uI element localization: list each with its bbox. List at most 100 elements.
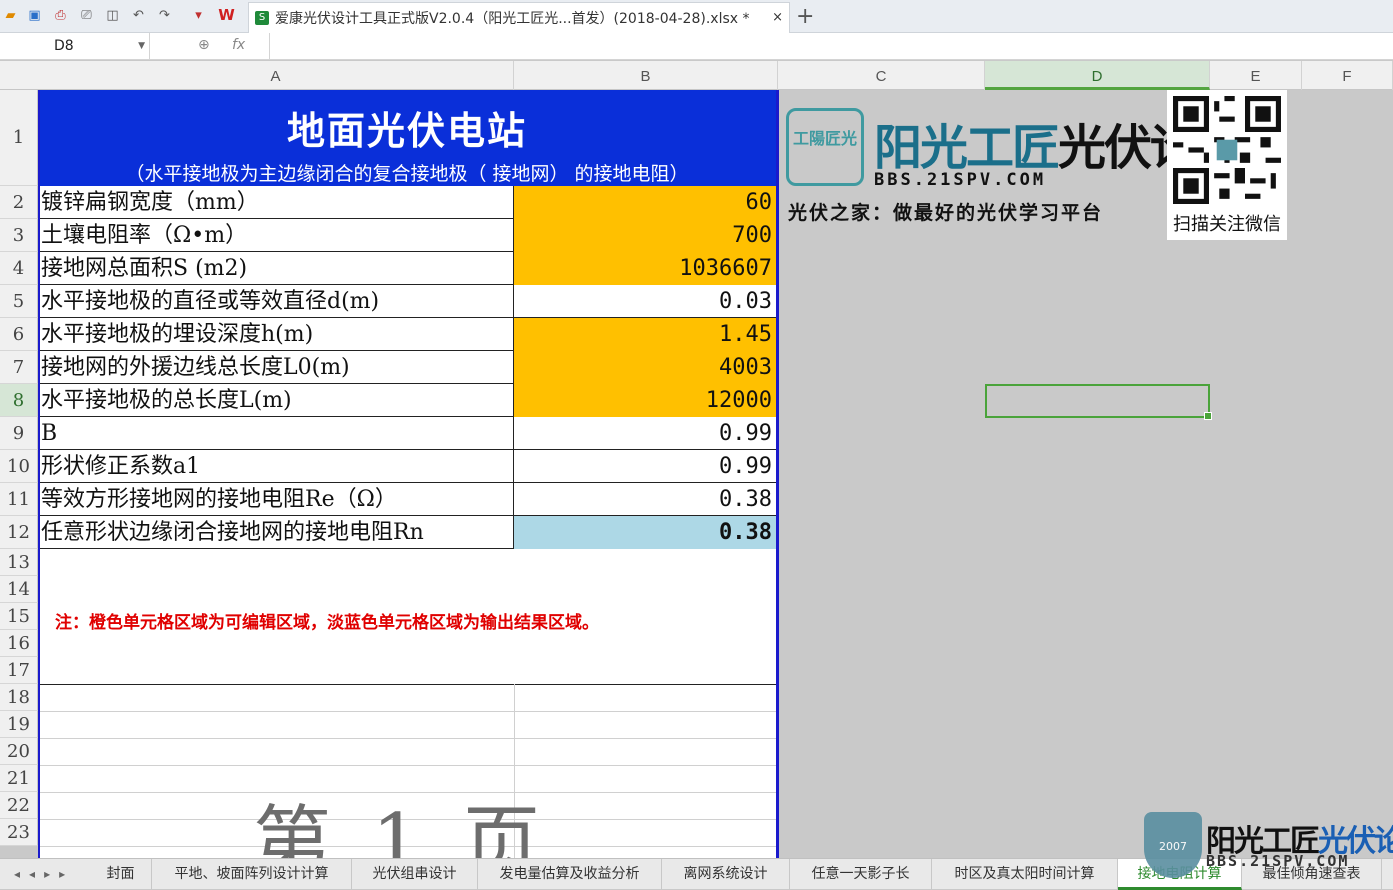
param-label[interactable]: 任意形状边缘闭合接地网的接地电阻Rn (38, 516, 514, 549)
zoom-icon[interactable]: ⊕ (198, 37, 210, 53)
column-header-f[interactable]: F (1302, 61, 1393, 90)
open-folder-icon[interactable]: ▰ (2, 7, 19, 24)
row-header[interactable]: 6 (0, 318, 38, 351)
param-value[interactable]: 0.38 (514, 483, 776, 516)
name-box[interactable]: D8 ▼ (0, 33, 150, 60)
sheet-grid[interactable]: 地面光伏电站 （水平接地极为主边缘闭合的复合接地极（ 接地网） 的接地电阻） 镀… (38, 90, 778, 858)
row-header[interactable]: 23 (0, 819, 38, 846)
row-header[interactable]: 1 (0, 90, 38, 186)
fx-label[interactable]: fx (232, 37, 245, 53)
sheet-tab[interactable]: 发电量估算及收益分析 (478, 859, 662, 890)
column-header-c[interactable]: C (778, 61, 985, 90)
export-pdf-icon[interactable]: ⎙ (52, 7, 69, 24)
page-subtitle: （水平接地极为主边缘闭合的复合接地极（ 接地网） 的接地电阻） (125, 163, 689, 185)
param-label[interactable]: 形状修正系数a1 (38, 450, 514, 483)
row-header[interactable]: 18 (0, 684, 38, 711)
row-header[interactable]: 20 (0, 738, 38, 765)
name-box-value: D8 (54, 38, 74, 54)
save-icon[interactable]: ▣ (26, 7, 43, 24)
result-value[interactable]: 0.38 (514, 516, 776, 549)
forum-logo[interactable]: 工陽匠光 阳光工匠光伏论坛 BBS.21SPV.COM 光伏之家：做最好的光伏学… (786, 104, 1244, 224)
note-text[interactable]: 注：橙色单元格区域为可编辑区域，淡蓝色单元格区域为输出结果区域。 (55, 608, 599, 633)
row-header[interactable]: 7 (0, 351, 38, 384)
new-tab-button[interactable]: + (796, 4, 814, 29)
row-header[interactable]: 8 (0, 384, 38, 417)
logo-title-a: 阳光工匠 (874, 120, 1060, 176)
column-header-b[interactable]: B (514, 61, 778, 90)
print-icon[interactable]: ⎚ (78, 7, 95, 24)
sheet-nav-buttons[interactable]: ◂◂▸▸ (0, 859, 90, 890)
param-value[interactable]: 0.03 (514, 285, 776, 318)
param-label[interactable]: 接地网的外援边线总长度L0(m) (38, 351, 514, 384)
row-header[interactable]: 15 (0, 603, 38, 630)
qr-caption: 扫描关注微信 (1173, 214, 1281, 235)
table-row: 形状修正系数a1 0.99 (38, 450, 776, 483)
param-value[interactable]: 0.99 (514, 450, 776, 483)
column-header-a[interactable]: A (38, 61, 514, 90)
row-header[interactable]: 10 (0, 450, 38, 483)
param-label[interactable]: 水平接地极的埋设深度h(m) (38, 318, 514, 351)
logo-url: BBS.21SPV.COM (874, 170, 1047, 190)
spreadsheet-file-icon: S (255, 11, 269, 25)
divider (38, 765, 776, 766)
param-value-input[interactable]: 700 (514, 219, 776, 252)
param-value-input[interactable]: 4003 (514, 351, 776, 384)
param-label[interactable]: 镀锌扁钢宽度（mm） (38, 186, 514, 219)
param-value-input[interactable]: 60 (514, 186, 776, 219)
undo-icon[interactable]: ↶ (130, 7, 147, 24)
sheet-tab[interactable]: 平地、坡面阵列设计计算 (152, 859, 352, 890)
last-sheet-icon[interactable]: ▸ (59, 867, 74, 881)
sheet-tab[interactable]: 封面 (90, 859, 152, 890)
prev-sheet-icon[interactable]: ◂ (29, 867, 44, 881)
title-cell[interactable]: 地面光伏电站 （水平接地极为主边缘闭合的复合接地极（ 接地网） 的接地电阻） (38, 90, 776, 186)
param-label[interactable]: 接地网总面积S (m2) (38, 252, 514, 285)
redo-icon[interactable]: ↷ (156, 7, 173, 24)
row-header[interactable]: 9 (0, 417, 38, 450)
param-label[interactable]: 等效方形接地网的接地电阻Re（Ω） (38, 483, 514, 516)
column-headers: A B C D E F (0, 61, 1393, 90)
row-header[interactable]: 13 (0, 549, 38, 576)
sheet-tab[interactable]: 时区及真太阳时间计算 (932, 859, 1118, 890)
qr-code-icon (1173, 96, 1281, 204)
row-header[interactable]: 5 (0, 285, 38, 318)
row-header[interactable]: 11 (0, 483, 38, 516)
selected-cell-d8[interactable] (985, 384, 1212, 420)
param-label[interactable]: 水平接地极的总长度L(m) (38, 384, 514, 417)
row-header[interactable]: 19 (0, 711, 38, 738)
row-header[interactable]: 4 (0, 252, 38, 285)
first-sheet-icon[interactable]: ◂ (14, 867, 29, 881)
row-header[interactable]: 3 (0, 219, 38, 252)
row-header[interactable]: 22 (0, 792, 38, 819)
table-row: 水平接地极的直径或等效直径d(m) 0.03 (38, 285, 776, 318)
param-label[interactable]: 土壤电阻率（Ω•m） (38, 219, 514, 252)
wps-logo-icon[interactable]: W (218, 7, 235, 24)
divider (38, 738, 776, 739)
param-value-input[interactable]: 1036607 (514, 252, 776, 285)
row-header[interactable]: 14 (0, 576, 38, 603)
row-header[interactable]: 2 (0, 186, 38, 219)
table-row: 接地网总面积S (m2) 1036607 (38, 252, 776, 285)
chevron-down-icon[interactable]: ▼ (138, 33, 145, 60)
next-sheet-icon[interactable]: ▸ (44, 867, 59, 881)
customize-dropdown-icon[interactable]: ▾ (190, 7, 207, 24)
sheet-tab[interactable]: 任意一天影子长 (790, 859, 932, 890)
column-header-d[interactable]: D (985, 61, 1210, 90)
row-header[interactable]: 12 (0, 516, 38, 549)
row-header[interactable]: 16 (0, 630, 38, 657)
formula-tools: ⊕ fx (150, 33, 270, 60)
param-value[interactable]: 0.99 (514, 417, 776, 450)
param-label[interactable]: B (38, 417, 514, 450)
divider (38, 711, 776, 712)
row-header[interactable]: 17 (0, 657, 38, 684)
sheet-tab[interactable]: 光伏组串设计 (352, 859, 478, 890)
sheet-tab[interactable]: 离网系统设计 (662, 859, 790, 890)
document-tab[interactable]: S 爱康光伏设计工具正式版V2.0.4（阳光工匠光...首发）(2018-04-… (248, 2, 790, 33)
row-header[interactable]: 21 (0, 765, 38, 792)
param-label[interactable]: 水平接地极的直径或等效直径d(m) (38, 285, 514, 318)
param-value-input[interactable]: 1.45 (514, 318, 776, 351)
param-value-input[interactable]: 12000 (514, 384, 776, 417)
qr-code-image[interactable]: 扫描关注微信 (1167, 90, 1287, 240)
column-header-e[interactable]: E (1210, 61, 1302, 90)
close-tab-icon[interactable]: × (772, 10, 783, 25)
print-preview-icon[interactable]: ◫ (104, 7, 121, 24)
